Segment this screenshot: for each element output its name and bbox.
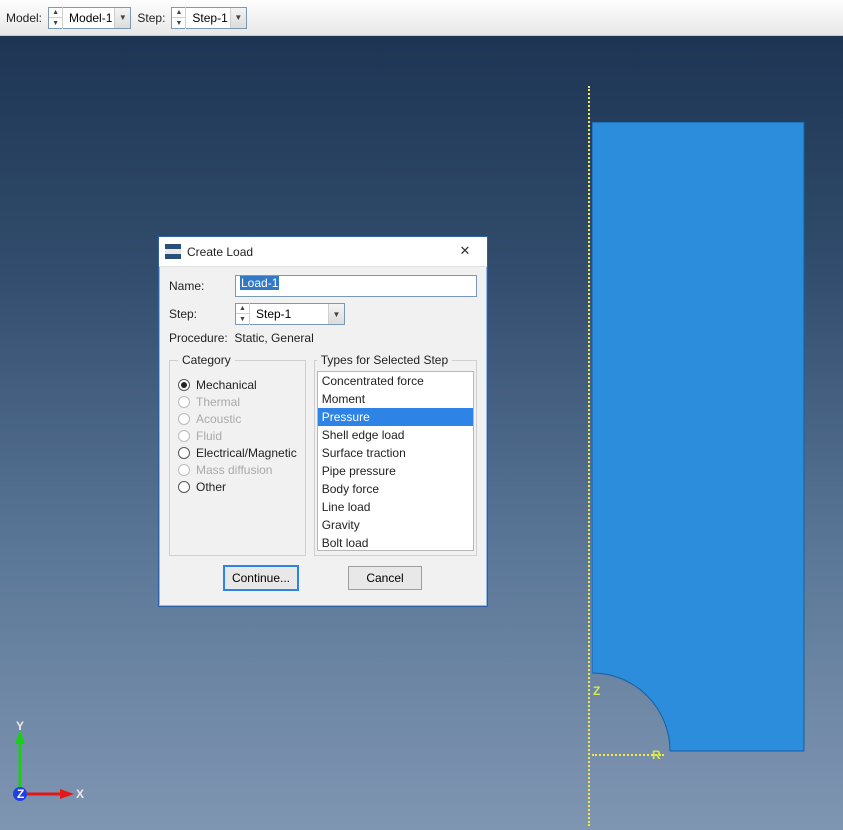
name-input[interactable]: Load-1 <box>235 275 477 297</box>
type-item-pipe-pressure[interactable]: Pipe pressure <box>318 462 473 480</box>
spin-down-icon[interactable]: ▼ <box>236 314 249 325</box>
category-radio-thermal: Thermal <box>178 395 297 409</box>
triad-x-label: X <box>76 787 84 801</box>
triad-y-label: Y <box>16 719 24 733</box>
cancel-button[interactable]: Cancel <box>348 566 422 590</box>
category-radio-fluid: Fluid <box>178 429 297 443</box>
chevron-down-icon[interactable]: ▼ <box>230 8 246 28</box>
category-group: Category Mechanical Thermal Acoustic Fluid E… <box>169 353 306 556</box>
radio-icon <box>178 430 190 442</box>
name-label: Name: <box>169 279 229 293</box>
radio-icon <box>178 464 190 476</box>
type-item-pressure[interactable]: Pressure <box>318 408 473 426</box>
radio-icon <box>178 447 190 459</box>
radio-label: Acoustic <box>196 412 241 426</box>
dialog-title: Create Load <box>187 245 443 259</box>
dialog-titlebar[interactable]: Create Load ✕ <box>159 237 487 267</box>
radio-icon <box>178 413 190 425</box>
radio-label: Fluid <box>196 429 222 443</box>
types-listbox[interactable]: Concentrated forceMomentPressureShell ed… <box>317 371 474 551</box>
radio-icon <box>178 379 190 391</box>
procedure-label: Procedure: <box>169 331 228 345</box>
radio-label: Mass diffusion <box>196 463 272 477</box>
radio-icon <box>178 481 190 493</box>
radio-label: Mechanical <box>196 378 257 392</box>
dialog-step-combobox[interactable]: ▲ ▼ Step-1 ▼ <box>235 303 345 325</box>
chevron-down-icon[interactable]: ▼ <box>328 304 344 324</box>
category-radio-mechanical[interactable]: Mechanical <box>178 378 297 392</box>
procedure-value: Static, General <box>234 331 313 345</box>
spin-up-icon[interactable]: ▲ <box>49 7 62 18</box>
radio-icon <box>178 396 190 408</box>
dialog-step-value: Step-1 <box>250 307 309 321</box>
model-geometry[interactable] <box>592 122 812 762</box>
type-item-line-load[interactable]: Line load <box>318 498 473 516</box>
spin-up-icon[interactable]: ▲ <box>236 303 249 314</box>
type-item-concentrated-force[interactable]: Concentrated force <box>318 372 473 390</box>
types-legend: Types for Selected Step <box>317 353 452 367</box>
step-label: Step: <box>137 11 165 25</box>
category-radio-electrical-magnetic[interactable]: Electrical/Magnetic <box>178 446 297 460</box>
app-icon <box>165 244 181 260</box>
type-item-surface-traction[interactable]: Surface traction <box>318 444 473 462</box>
model-label: Model: <box>6 11 42 25</box>
viewport-canvas[interactable]: Z R Y X Z Create Load ✕ <box>0 36 843 830</box>
radio-label: Thermal <box>196 395 240 409</box>
view-triad: Y X Z <box>6 722 86 812</box>
triad-z-label: Z <box>17 787 24 801</box>
category-radio-other[interactable]: Other <box>178 480 297 494</box>
continue-button[interactable]: Continue... <box>224 566 298 590</box>
type-item-bolt-load[interactable]: Bolt load <box>318 534 473 551</box>
type-item-gravity[interactable]: Gravity <box>318 516 473 534</box>
model-combobox[interactable]: ▲ ▼ Model-1 ▼ <box>48 7 131 29</box>
types-group: Types for Selected Step Concentrated for… <box>314 353 477 556</box>
close-icon[interactable]: ✕ <box>449 241 481 263</box>
radio-label: Electrical/Magnetic <box>196 446 297 460</box>
category-radio-mass-diffusion: Mass diffusion <box>178 463 297 477</box>
radio-label: Other <box>196 480 226 494</box>
type-item-moment[interactable]: Moment <box>318 390 473 408</box>
spin-down-icon[interactable]: ▼ <box>49 18 62 29</box>
category-legend: Category <box>178 353 235 367</box>
chevron-down-icon[interactable]: ▼ <box>114 8 130 28</box>
step-combobox[interactable]: ▲ ▼ Step-1 ▼ <box>171 7 246 29</box>
dialog-step-label: Step: <box>169 307 229 321</box>
create-load-dialog: Create Load ✕ Name: Load-1 Step: ▲ ▼ Ste… <box>158 236 488 607</box>
type-item-shell-edge-load[interactable]: Shell edge load <box>318 426 473 444</box>
spin-down-icon[interactable]: ▼ <box>172 18 185 29</box>
symmetry-axis-vertical <box>588 86 590 826</box>
context-toolbar: Model: ▲ ▼ Model-1 ▼ Step: ▲ ▼ Step-1 ▼ <box>0 0 843 36</box>
type-item-body-force[interactable]: Body force <box>318 480 473 498</box>
spin-up-icon[interactable]: ▲ <box>172 7 185 18</box>
category-radio-acoustic: Acoustic <box>178 412 297 426</box>
